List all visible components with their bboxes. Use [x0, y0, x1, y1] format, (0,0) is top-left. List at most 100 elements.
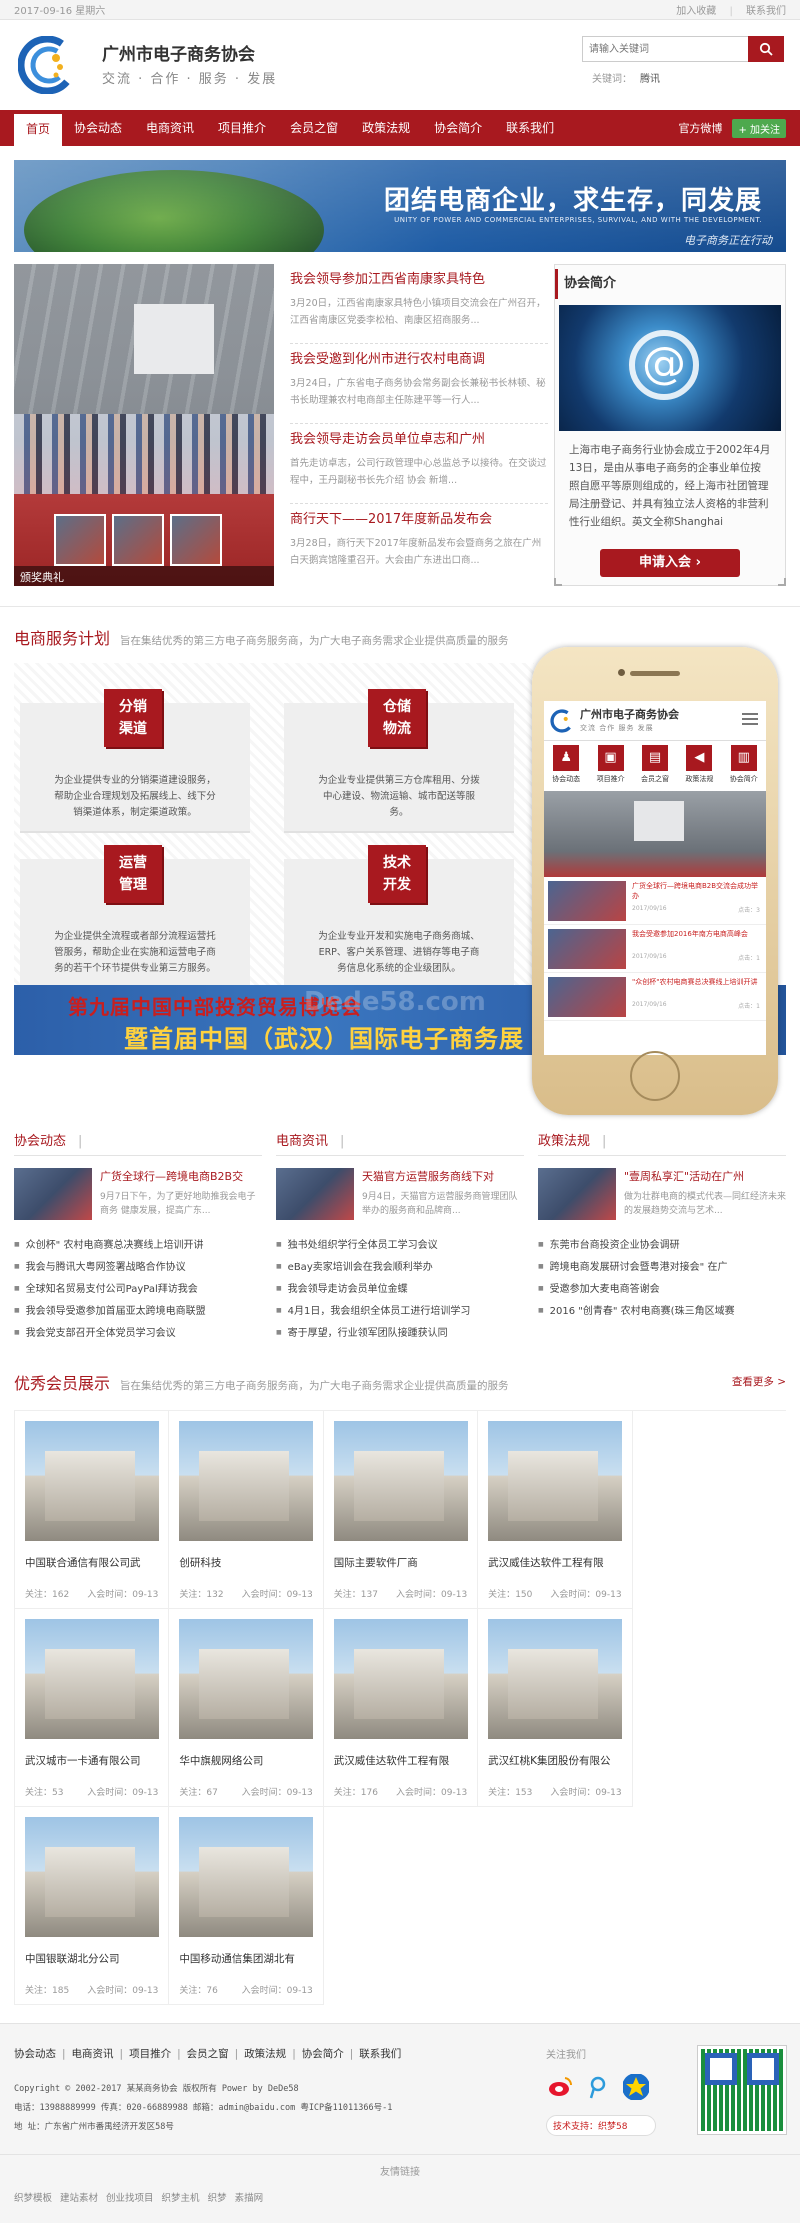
- member-photo[interactable]: [333, 1619, 468, 1739]
- member-card[interactable]: 武汉城市一卡通有限公司 关注：53 入会时间：09-13: [15, 1609, 170, 1807]
- nav-home[interactable]: 首页: [14, 110, 63, 146]
- news-item[interactable]: 我会领导走访会员单位卓志和广州 首先走访卓志，公司行政管理中心总监总予以接待。在…: [290, 424, 548, 504]
- footer-link[interactable]: 协会简介: [302, 2048, 344, 2060]
- news-link[interactable]: 我会党支部召开全体党员学习会议: [14, 1322, 262, 1344]
- mobile-news-item[interactable]: 广货全球行—跨境电商B2B交流会成功举办 2017/09/16 点击：3: [544, 877, 766, 925]
- news-item[interactable]: 我会受邀到化州市进行农村电商调 3月24日，广东省电子商务协会常务副会长兼秘书长…: [290, 344, 548, 424]
- view-more-link[interactable]: 查看更多 >: [732, 1374, 786, 1389]
- friend-link[interactable]: 素描网: [235, 2193, 264, 2204]
- member-card[interactable]: 华中旗舰网络公司 关注：67 入会时间：09-13: [169, 1609, 324, 1807]
- member-name[interactable]: 武汉威佳达软件工程有限: [334, 1753, 467, 1769]
- tech-support[interactable]: 技术支持：织梦58: [546, 2115, 656, 2136]
- member-photo[interactable]: [25, 1619, 159, 1739]
- news-link[interactable]: 寄于厚望，行业领军团队接踵获认同: [276, 1322, 524, 1344]
- member-photo[interactable]: [179, 1817, 314, 1937]
- mobile-nav-projects[interactable]: ▣ 项目推介: [592, 745, 630, 791]
- nav-ecommerce-info[interactable]: 电商资讯: [134, 110, 206, 146]
- featured-news[interactable]: "壹周私享汇"活动在广州 做为壮群电商的模式代表—同红经济未来的发展趋势交流与艺术…: [538, 1168, 786, 1224]
- footer-link[interactable]: 政策法规: [244, 2048, 286, 2060]
- search-input[interactable]: [582, 36, 748, 62]
- friend-link[interactable]: 建站素材: [60, 2193, 98, 2204]
- news-item[interactable]: 商行天下——2017年度新品发布会 3月28日，商行天下2017年度新品发布会暨…: [290, 504, 548, 584]
- news-title[interactable]: 我会领导参加江西省南康家具特色: [290, 268, 548, 287]
- footer-link[interactable]: 协会动态: [14, 2048, 56, 2060]
- service-card-distribution[interactable]: 分销 渠道 为企业提供专业的分销渠道建设服务，帮助企业合理规划及拓展线上、线下分销…: [20, 689, 250, 833]
- member-card[interactable]: 中国移动通信集团湖北有 关注：76 入会时间：09-13: [169, 1807, 324, 2005]
- news-link[interactable]: 东莞市台商投资企业协会调研: [538, 1234, 786, 1256]
- member-name[interactable]: 武汉威佳达软件工程有限: [488, 1555, 621, 1571]
- news-link[interactable]: 我会与腾讯大粤网签署战略合作协议: [14, 1256, 262, 1278]
- hamburger-menu-icon[interactable]: [742, 713, 758, 725]
- tencent-weibo-icon[interactable]: [584, 2073, 612, 2101]
- nav-about[interactable]: 协会简介: [422, 110, 494, 146]
- news-link[interactable]: 受邀参加大麦电商答谢会: [538, 1278, 786, 1300]
- column-title[interactable]: 协会动态: [14, 1130, 262, 1156]
- news-link[interactable]: 跨境电商发展研讨会暨粤港对接会" 在广: [538, 1256, 786, 1278]
- add-favorite-link[interactable]: 加入收藏: [676, 6, 716, 17]
- news-title[interactable]: 我会受邀到化州市进行农村电商调: [290, 348, 548, 367]
- nav-contact[interactable]: 联系我们: [494, 110, 566, 146]
- mobile-news-item[interactable]: "众创杯"农村电商赛总决赛线上培训开讲 2017/09/16 点击：1: [544, 973, 766, 1021]
- member-name[interactable]: 华中旗舰网络公司: [179, 1753, 312, 1769]
- service-card-operations[interactable]: 运营 管理 为企业提供全流程或者部分流程运营托管服务，帮助企业在实施和运营电子商务…: [20, 845, 250, 989]
- nav-members[interactable]: 会员之窗: [278, 110, 350, 146]
- nav-association-news[interactable]: 协会动态: [62, 110, 134, 146]
- member-name[interactable]: 武汉城市一卡通有限公司: [25, 1753, 158, 1769]
- hero-banner[interactable]: 团结电商企业，求生存，同发展 UNITY OF POWER AND COMMER…: [14, 160, 786, 252]
- mobile-news-item[interactable]: 我会受邀参加2016年南方电商高峰会 2017/09/16 点击：1: [544, 925, 766, 973]
- service-card-logistics[interactable]: 仓储 物流 为企业专业提供第三方仓库租用、分拨中心建设、物流运输、城市配送等服务。: [284, 689, 514, 833]
- featured-news-title[interactable]: "壹周私享汇"活动在广州: [624, 1168, 786, 1184]
- association-logo[interactable]: [18, 36, 76, 94]
- member-photo[interactable]: [179, 1619, 314, 1739]
- featured-news-title[interactable]: 广货全球行—跨境电商B2B交: [100, 1168, 262, 1184]
- slide-thumbnail[interactable]: [170, 514, 222, 566]
- follow-button[interactable]: + 加关注: [732, 118, 786, 138]
- member-photo[interactable]: [25, 1817, 159, 1937]
- member-card[interactable]: 武汉威佳达软件工程有限 关注：150 入会时间：09-13: [478, 1411, 633, 1609]
- featured-news[interactable]: 广货全球行—跨境电商B2B交 9月7日下午，为了更好地助推我会电子商务 健康发展，…: [14, 1168, 262, 1224]
- news-link[interactable]: 独书处组织学行全体员工学习会议: [276, 1234, 524, 1256]
- slide-thumbnail[interactable]: [54, 514, 106, 566]
- weibo-link[interactable]: 官方微博: [678, 120, 722, 136]
- news-item[interactable]: 我会领导参加江西省南康家具特色 3月20日，江西省南康家具特色小镇项目交流会在广…: [290, 264, 548, 344]
- member-name[interactable]: 国际主要软件厂商: [334, 1555, 467, 1571]
- member-photo[interactable]: [488, 1421, 623, 1541]
- news-slideshow[interactable]: 颁奖典礼: [14, 264, 274, 586]
- member-name[interactable]: 中国银联湖北分公司: [25, 1951, 158, 1967]
- footer-link[interactable]: 联系我们: [359, 2048, 401, 2060]
- member-name[interactable]: 中国移动通信集团湖北有: [179, 1951, 312, 1967]
- member-name[interactable]: 武汉红桃K集团股份有限公: [488, 1753, 621, 1769]
- friend-link[interactable]: 创业找项目: [106, 2193, 154, 2204]
- contact-link[interactable]: 联系我们: [746, 6, 786, 17]
- member-card[interactable]: 国际主要软件厂商 关注：137 入会时间：09-13: [323, 1411, 479, 1609]
- news-link[interactable]: 我会领导走访会员单位金蝶: [276, 1278, 524, 1300]
- weibo-icon[interactable]: [546, 2073, 574, 2101]
- featured-news[interactable]: 天猫官方运营服务商线下对 9月4日，天猫官方运营服务商管理团队举办的服务商和品牌商…: [276, 1168, 524, 1224]
- nav-policies[interactable]: 政策法规: [350, 110, 422, 146]
- footer-link[interactable]: 会员之窗: [187, 2048, 229, 2060]
- member-photo[interactable]: [25, 1421, 159, 1541]
- news-title[interactable]: 商行天下——2017年度新品发布会: [290, 508, 548, 527]
- friend-link[interactable]: 织梦: [208, 2193, 227, 2204]
- slide-thumbnail[interactable]: [112, 514, 164, 566]
- member-card[interactable]: 武汉威佳达软件工程有限 关注：176 入会时间：09-13: [323, 1609, 479, 1807]
- member-photo[interactable]: [179, 1421, 314, 1541]
- mobile-nav-about[interactable]: ▥ 协会简介: [725, 745, 763, 791]
- member-card[interactable]: 武汉红桃K集团股份有限公 关注：153 入会时间：09-13: [478, 1609, 633, 1807]
- qzone-star-icon[interactable]: [622, 2073, 650, 2101]
- mobile-nav-members[interactable]: ▤ 会员之窗: [636, 745, 674, 791]
- mobile-slideshow[interactable]: [544, 791, 766, 877]
- news-link[interactable]: 全球知名贸易支付公司PayPal拜访我会: [14, 1278, 262, 1300]
- friend-link[interactable]: 织梦主机: [162, 2193, 200, 2204]
- member-card[interactable]: 创研科技 关注：132 入会时间：09-13: [169, 1411, 324, 1609]
- footer-link[interactable]: 电商资讯: [72, 2048, 114, 2060]
- news-link[interactable]: 4月1日，我会组织全体员工进行培训学习: [276, 1300, 524, 1322]
- news-link[interactable]: 众创杯" 农村电商赛总决赛线上培训开讲: [14, 1234, 262, 1256]
- member-card[interactable]: 中国联合通信有限公司武 关注：162 入会时间：09-13: [15, 1411, 170, 1609]
- member-photo[interactable]: [488, 1619, 623, 1739]
- news-link[interactable]: 2016 "创青春" 农村电商赛(珠三角区域赛: [538, 1300, 786, 1322]
- friend-link[interactable]: 织梦模板: [14, 2193, 52, 2204]
- footer-link[interactable]: 项目推介: [129, 2048, 171, 2060]
- hot-word-link[interactable]: 腾讯: [640, 74, 660, 85]
- join-button[interactable]: 申请入会 ›: [600, 549, 740, 577]
